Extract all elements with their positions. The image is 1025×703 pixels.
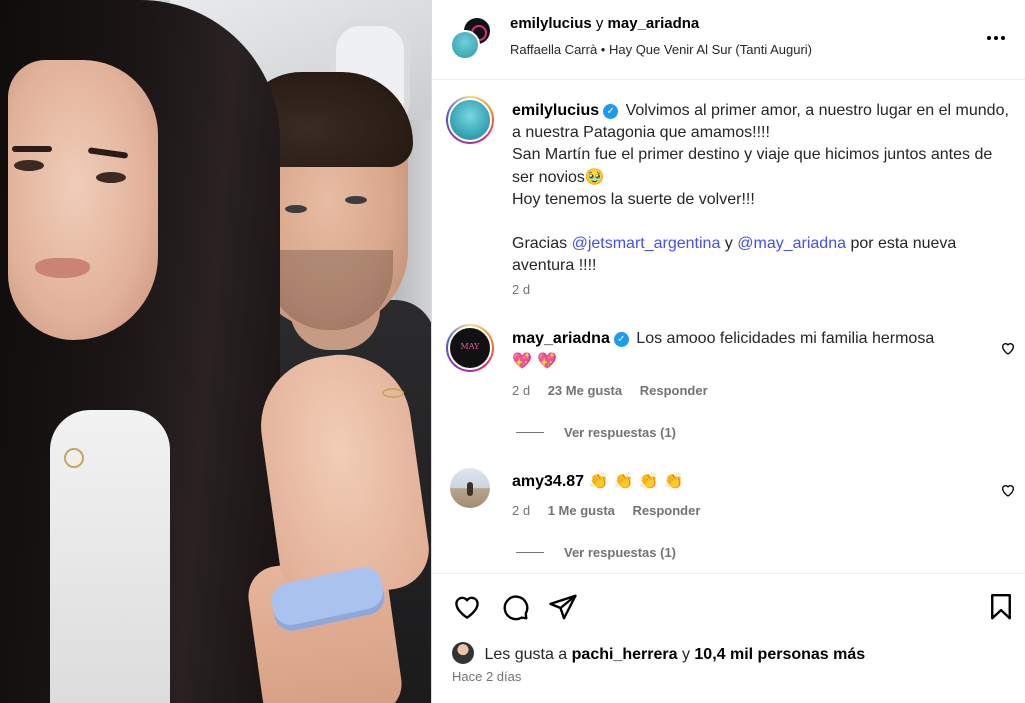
post-photo[interactable] <box>0 0 431 703</box>
clapping-hands-emoji: 👏 👏 👏 👏 <box>588 471 684 490</box>
comment-username[interactable]: amy34.87 <box>512 473 584 490</box>
more-horizontal-icon[interactable] <box>984 26 1008 50</box>
comment-username[interactable]: may_ariadna <box>512 330 610 347</box>
audio-track-link[interactable]: Raffaella Carrà • Hay Que Venir Al Sur (… <box>510 42 812 57</box>
photo-woman-eye-left <box>14 160 44 171</box>
caption-avatar[interactable] <box>446 96 494 144</box>
comment-avatar-amy[interactable] <box>450 468 490 508</box>
comment-item: amy34.87 👏 👏 👏 👏 2 d 1 Me gusta Responde… <box>446 466 1016 566</box>
view-replies-button[interactable]: Ver respuestas (1) <box>516 545 676 560</box>
comment-body: Los amooo felicidades mi familia hermosa <box>636 330 935 347</box>
reply-button[interactable]: Responder <box>633 503 701 518</box>
post-date[interactable]: Hace 2 días <box>452 669 521 684</box>
post-sidebar: emilylucius y may_ariadna Raffaella Carr… <box>431 0 1025 703</box>
comment-likes-count[interactable]: 23 Me gusta <box>548 383 622 398</box>
post-header: emilylucius y may_ariadna Raffaella Carr… <box>432 0 1025 80</box>
likes-count[interactable]: 10,4 mil personas más <box>694 646 865 663</box>
view-replies-button[interactable]: Ver respuestas (1) <box>516 425 676 440</box>
authors-joiner: y <box>595 15 604 32</box>
author-link-emilylucius[interactable]: emilylucius <box>510 15 592 32</box>
comment-text: amy34.87 👏 👏 👏 👏 <box>512 470 972 493</box>
comment-text: may_ariadna ✓ Los amooo felicidades mi fa… <box>512 328 972 373</box>
collab-avatars[interactable] <box>450 16 494 60</box>
mention-may-ariadna[interactable]: @may_ariadna <box>737 235 846 252</box>
liker-username[interactable]: pachi_herrera <box>572 646 678 663</box>
pleading-face-emoji: 🥹 <box>584 167 605 186</box>
likes-joiner: y <box>681 646 690 663</box>
likes-summary: Les gusta a pachi_herrera y 10,4 mil per… <box>452 642 865 664</box>
instagram-post-view: emilylucius y may_ariadna Raffaella Carr… <box>0 0 1025 703</box>
photo-woman-lips <box>35 258 90 278</box>
post-actions: Les gusta a pachi_herrera y 10,4 mil per… <box>432 573 1025 703</box>
like-heart-icon[interactable] <box>452 592 482 622</box>
mention-jetsmart[interactable]: @jetsmart_argentina <box>572 235 721 252</box>
comment-timestamp[interactable]: 2 d <box>512 503 530 518</box>
post-authors: emilylucius y may_ariadna <box>510 15 699 32</box>
caption-line-3: Hoy tenemos la suerte de volver!!! <box>512 191 755 208</box>
likes-prefix: Les gusta a <box>484 646 568 663</box>
comment-timestamp[interactable]: 2 d <box>512 383 530 398</box>
sparkling-heart-emoji: 💖 💖 <box>512 351 557 370</box>
share-paper-plane-icon[interactable] <box>548 592 578 622</box>
caption-timestamp[interactable]: 2 d <box>512 282 530 297</box>
caption-thanks: Gracias <box>512 235 568 252</box>
comment-meta: 2 d 1 Me gusta Responder <box>512 503 700 518</box>
caption-joiner: y <box>724 235 733 252</box>
photo-woman-brow-left <box>12 146 52 152</box>
photo-woman-face <box>8 60 158 340</box>
photo-woman-eye-right <box>96 172 126 183</box>
verified-badge-icon: ✓ <box>603 104 619 119</box>
photo-man-eye-left <box>285 205 307 213</box>
heart-outline-icon[interactable] <box>1000 482 1016 498</box>
photo-necklace <box>64 448 84 468</box>
photo-ring <box>382 388 404 398</box>
verified-badge-icon: ✓ <box>613 332 629 347</box>
comment-meta: 2 d 23 Me gusta Responder <box>512 383 708 398</box>
liker-avatar[interactable] <box>452 642 474 664</box>
comment-item: may_ariadna✓ Los amooo felicidades mi fa… <box>446 324 1016 454</box>
comment-likes-count[interactable]: 1 Me gusta <box>548 503 615 518</box>
author-link-may-ariadna[interactable]: may_ariadna <box>608 15 700 32</box>
reply-button[interactable]: Responder <box>640 383 708 398</box>
comment-bubble-icon[interactable] <box>500 592 530 622</box>
heart-outline-icon[interactable] <box>1000 340 1016 356</box>
avatar-emilylucius[interactable] <box>450 30 480 60</box>
photo-man-eye-right <box>345 196 367 204</box>
caption-text: emilylucius ✓ Volvimos al primer amor, a … <box>512 100 1012 277</box>
comment-avatar-may-ariadna[interactable] <box>446 324 494 372</box>
caption-username[interactable]: emilylucius <box>512 102 599 119</box>
bookmark-save-icon[interactable] <box>986 592 1016 622</box>
